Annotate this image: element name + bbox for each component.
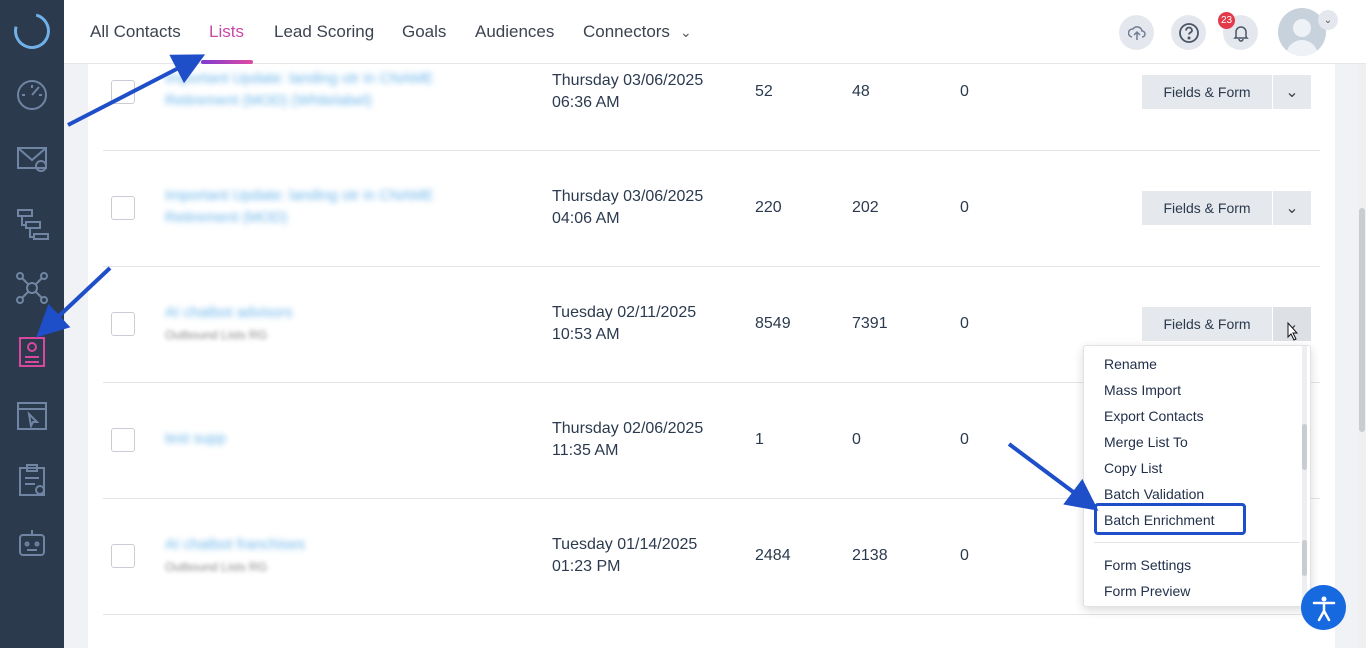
date-cell: Thursday 02/06/2025 11:35 AM [552,418,703,462]
menu-item-batch-validation[interactable]: Batch Validation [1104,486,1204,502]
count-cell: 0 [960,315,969,332]
chevron-down-icon[interactable]: ⌄ [1273,191,1311,225]
time-text: 06:36 AM [552,94,620,111]
accessibility-icon[interactable] [1301,585,1346,630]
row-checkbox[interactable] [111,312,135,336]
count-cell: 1 [755,431,764,448]
date-cell: Thursday 03/06/2025 06:36 AM [552,70,703,114]
count-cell: 7391 [852,315,888,332]
list-name-link[interactable]: AI chatbot advisors [165,302,475,324]
time-text: 11:35 AM [552,442,619,459]
table-row: Important Update: landing otr in CNAME R… [103,151,1320,267]
workflow-icon[interactable] [14,206,50,242]
annotation-highlight-box [1094,503,1246,535]
menu-scroll-thumb[interactable] [1302,424,1307,470]
logo-icon[interactable] [7,6,57,56]
menu-item-form-preview[interactable]: Form Preview [1104,583,1190,599]
row-checkbox[interactable] [111,80,135,104]
count-cell: 0 [960,199,969,216]
chevron-down-icon[interactable]: ⌄ [1273,75,1311,109]
time-text: 10:53 AM [552,326,620,343]
menu-item-copy-list[interactable]: Copy List [1104,460,1162,476]
date-cell: Tuesday 01/14/2025 01:23 PM [552,534,697,578]
table-row: Important Update: landing otr in CNAME R… [103,35,1320,151]
fields-form-button[interactable]: Fields & Form [1142,75,1272,109]
network-icon[interactable] [14,270,50,306]
sidebar [0,0,64,648]
folder-label: Outbound Lists RG [165,560,268,574]
chevron-down-icon[interactable]: ⌄ [1273,307,1311,341]
fields-form-button[interactable]: Fields & Form [1142,191,1272,225]
list-name-link[interactable]: AI chatbot franchises [165,534,475,556]
count-cell: 0 [960,83,969,100]
row-checkbox[interactable] [111,428,135,452]
folder-label: Outbound Lists RG [165,328,268,342]
list-name-link[interactable]: Important Update: landing otr in CNAME R… [165,185,475,229]
menu-divider [1094,542,1300,543]
fields-form-button[interactable]: Fields & Form [1142,307,1272,341]
count-cell: 220 [755,199,782,216]
notification-badge: 23 [1218,12,1235,29]
speedometer-icon[interactable] [14,76,50,112]
chevron-down-icon[interactable]: ⌄ [1318,10,1338,30]
list-actions-menu: Rename Mass Import Export Contacts Merge… [1083,345,1311,608]
date-text: Thursday 03/06/2025 [552,72,704,89]
menu-item-form-settings[interactable]: Form Settings [1104,557,1191,573]
count-cell: 48 [852,83,870,100]
date-text: Tuesday 01/14/2025 [552,536,698,553]
browser-icon[interactable] [14,398,50,434]
count-cell: 2138 [852,547,888,564]
count-cell: 202 [852,199,879,216]
date-cell: Thursday 03/06/2025 04:06 AM [552,186,703,230]
clipboard-icon[interactable] [14,462,50,498]
menu-item-mass-import[interactable]: Mass Import [1104,382,1181,398]
time-text: 01:23 PM [552,558,621,575]
count-cell: 8549 [755,315,791,332]
list-name-link[interactable]: Important Update: landing otr in CNAME R… [165,68,475,112]
count-cell: 0 [960,547,969,564]
menu-item-export-contacts[interactable]: Export Contacts [1104,408,1204,424]
email-icon[interactable] [14,140,50,176]
row-checkbox[interactable] [111,544,135,568]
count-cell: 52 [755,83,773,100]
count-cell: 0 [960,431,969,448]
date-text: Tuesday 02/11/2025 [552,304,697,321]
date-text: Thursday 02/06/2025 [552,420,704,437]
page-scroll-thumb[interactable] [1359,208,1365,432]
contacts-list-icon[interactable] [14,334,50,370]
row-checkbox[interactable] [111,196,135,220]
count-cell: 2484 [755,547,791,564]
list-name-link[interactable]: test supp [165,428,475,450]
date-text: Thursday 03/06/2025 [552,188,704,205]
time-text: 04:06 AM [552,210,620,227]
menu-item-merge-list[interactable]: Merge List To [1104,434,1188,450]
date-cell: Tuesday 02/11/2025 10:53 AM [552,302,696,346]
robot-icon[interactable] [14,526,50,562]
count-cell: 0 [852,431,861,448]
menu-scroll-thumb[interactable] [1302,540,1307,576]
menu-item-rename[interactable]: Rename [1104,356,1157,372]
